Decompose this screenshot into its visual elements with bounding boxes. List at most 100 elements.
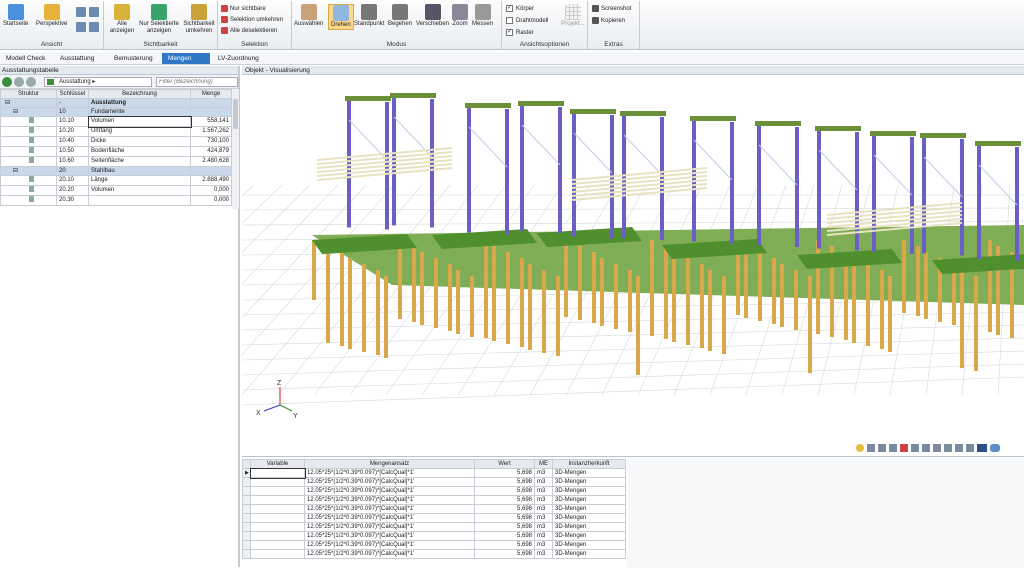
nur-sichtbare-button[interactable]: Nur sichtbare [221, 5, 266, 12]
screenshot-button[interactable]: Screenshot [592, 5, 631, 12]
col-schluessel[interactable]: Schlüssel [56, 89, 89, 99]
kopieren-button[interactable]: Kopieren [592, 17, 625, 24]
col-menge[interactable]: Menge [190, 89, 232, 99]
tab-lv-zuordnung[interactable]: LV-Zuordnung [212, 53, 272, 64]
table-row[interactable]: 20.30 0,000 [0, 195, 232, 206]
view-iso-icon[interactable] [944, 444, 952, 452]
sichtbarkeit-umkehren-button[interactable]: Sichtbarkeit umkehren [181, 4, 217, 34]
variable-cell[interactable] [250, 549, 305, 559]
table-row[interactable]: 10.10 Volumen 558,141 [0, 115, 232, 128]
startseite-button[interactable]: Startseite [3, 4, 28, 28]
camera-view-icon[interactable] [990, 444, 1000, 452]
bezeichnung-cell[interactable]: Umfang [88, 126, 191, 137]
table-row[interactable]: 20.10 Länge 2.888,490 [0, 175, 232, 186]
variable-cell[interactable] [250, 486, 305, 496]
table-row[interactable]: 12.05*25*(1/2*0.39*0.097)*[CalcQual]*1' 5… [242, 522, 626, 532]
variable-cell[interactable] [249, 467, 306, 479]
struktur-cell[interactable] [0, 185, 57, 196]
view-left-icon[interactable] [911, 444, 919, 452]
tab-modell-check[interactable]: Modell Check [0, 53, 52, 64]
drahtmodell-checkbox[interactable]: Drahtmodell [506, 17, 548, 24]
left-scrollbar[interactable] [232, 89, 239, 209]
view-top-icon[interactable] [889, 444, 897, 452]
bezeichnung-cell[interactable]: Volumen [87, 115, 192, 128]
tab-ausstattung[interactable]: Ausstattung [54, 53, 106, 64]
table-row[interactable]: ⊟ - Ausstattung [0, 98, 232, 108]
mengenansatz-cell[interactable]: 12.05*25*(1/2*0.39*0.097)*[CalcQual]*1' [304, 495, 475, 505]
mengenansatz-cell[interactable]: 12.05*25*(1/2*0.39*0.097)*[CalcQual]*1' [304, 531, 475, 541]
bezeichnung-cell[interactable]: Volumen [88, 185, 191, 196]
alle-anzeigen-button[interactable]: Alle anzeigen [107, 4, 137, 34]
model-3d-scene[interactable]: Z X Y [25, 75, 1024, 456]
mengenansatz-cell[interactable]: 12.05*25*(1/2*0.39*0.097)*[CalcQual]*1' [304, 468, 475, 478]
modus-zoom-button[interactable]: Zoom [452, 4, 468, 28]
bezeichnung-cell[interactable]: Fundamente [88, 107, 191, 117]
bezeichnung-cell[interactable]: Ausstattung [88, 98, 191, 108]
display-mode-icon[interactable] [977, 444, 987, 452]
zoom-window-button[interactable] [89, 22, 101, 32]
col-mengenansatz[interactable]: Mengenansatz [304, 459, 475, 469]
struktur-cell[interactable]: ⊟ [0, 107, 57, 117]
light-icon[interactable] [856, 444, 864, 452]
table-row[interactable]: 12.05*25*(1/2*0.39*0.097)*[CalcQual]*1' 5… [242, 477, 626, 487]
table-row[interactable]: 12.05*25*(1/2*0.39*0.097)*[CalcQual]*1' 5… [242, 513, 626, 523]
struktur-cell[interactable] [0, 175, 57, 186]
mengenansatz-cell[interactable]: 12.05*25*(1/2*0.39*0.097)*[CalcQual]*1' [304, 549, 475, 559]
modus-begehen-button[interactable]: Begehen [388, 4, 412, 28]
modus-messen-button[interactable]: Messen [472, 4, 493, 28]
mengenansatz-cell[interactable]: 12.05*25*(1/2*0.39*0.097)*[CalcQual]*1' [304, 486, 475, 496]
table-row[interactable]: 12.05*25*(1/2*0.39*0.097)*[CalcQual]*1' 5… [242, 540, 626, 550]
col-instanzherkunft[interactable]: Instanzherkunft [552, 459, 626, 469]
col-me[interactable]: ME [534, 459, 553, 469]
forward-icon[interactable] [26, 77, 36, 87]
back-icon[interactable] [14, 77, 24, 87]
bezeichnung-cell[interactable]: Dicke [88, 136, 191, 147]
zoom-out-button[interactable] [89, 7, 101, 17]
view-iso3-icon[interactable] [966, 444, 974, 452]
col-bezeichnung[interactable]: Bezeichnung [88, 89, 191, 99]
view-right-icon[interactable] [922, 444, 930, 452]
bezeichnung-cell[interactable]: Länge [88, 175, 191, 186]
bezeichnung-cell[interactable] [88, 195, 191, 206]
modus-verschieben-button[interactable]: Verschieben [416, 4, 449, 28]
table-row[interactable]: 10.40 Dicke 730,100 [0, 136, 232, 147]
table-row[interactable]: 10.50 Bodenfläche 424,879 [0, 146, 232, 157]
view-bottom-icon[interactable] [933, 444, 941, 452]
variable-cell[interactable] [250, 513, 305, 523]
col-struktur[interactable]: Struktur [0, 89, 57, 99]
projekt-button[interactable]: Projekt... [560, 4, 586, 28]
col-wert[interactable]: Wert [474, 459, 535, 469]
modus-auswaehlen-button[interactable]: Auswählen [294, 4, 323, 28]
table-row[interactable]: 12.05*25*(1/2*0.39*0.097)*[CalcQual]*1' 5… [242, 495, 626, 505]
mengenansatz-cell[interactable]: 12.05*25*(1/2*0.39*0.097)*[CalcQual]*1' [304, 504, 475, 514]
selektion-umkehren-button[interactable]: Selektion umkehren [221, 16, 283, 23]
table-row[interactable]: 12.05*25*(1/2*0.39*0.097)*[CalcQual]*1' 5… [242, 486, 626, 496]
struktur-cell[interactable]: ⊟ [0, 166, 57, 176]
modus-drehen-button[interactable]: Drehen [328, 4, 354, 30]
perspektive-button[interactable]: Perspektive [36, 4, 67, 28]
modus-standpunkt-button[interactable]: Standpunkt [354, 4, 384, 28]
table-row[interactable]: 12.05*25*(1/2*0.39*0.097)*[CalcQual]*1' 5… [242, 549, 626, 559]
alle-deselektieren-button[interactable]: Alle deselektieren [221, 27, 277, 34]
view-back-icon[interactable] [900, 444, 908, 452]
bezeichnung-cell[interactable]: Bodenfläche [88, 146, 191, 157]
table-row[interactable]: 12.05*25*(1/2*0.39*0.097)*[CalcQual]*1' 5… [242, 504, 626, 514]
table-row[interactable]: 10.60 Seitenfläche 2.480,628 [0, 156, 232, 167]
raster-checkbox[interactable]: ✓ Raster [506, 29, 534, 36]
struktur-cell[interactable] [0, 116, 57, 127]
struktur-cell[interactable] [0, 146, 57, 157]
col-variable[interactable]: Variable [250, 459, 305, 469]
table-row[interactable]: 20.20 Volumen 0,000 [0, 185, 232, 196]
view-iso2-icon[interactable] [955, 444, 963, 452]
table-row[interactable]: 10.20 Umfang 1.567,262 [0, 126, 232, 137]
zoom-fit-button[interactable] [76, 22, 88, 32]
zoom-in-button[interactable] [76, 7, 88, 17]
variable-cell[interactable] [250, 531, 305, 541]
struktur-cell[interactable] [0, 156, 57, 167]
variable-cell[interactable] [250, 504, 305, 514]
variable-cell[interactable] [250, 522, 305, 532]
view-side-icon[interactable] [878, 444, 886, 452]
struktur-cell[interactable] [0, 126, 57, 137]
mengenansatz-cell[interactable]: 12.05*25*(1/2*0.39*0.097)*[CalcQual]*1' [304, 540, 475, 550]
bezeichnung-cell[interactable]: Stahlbau [88, 166, 191, 176]
